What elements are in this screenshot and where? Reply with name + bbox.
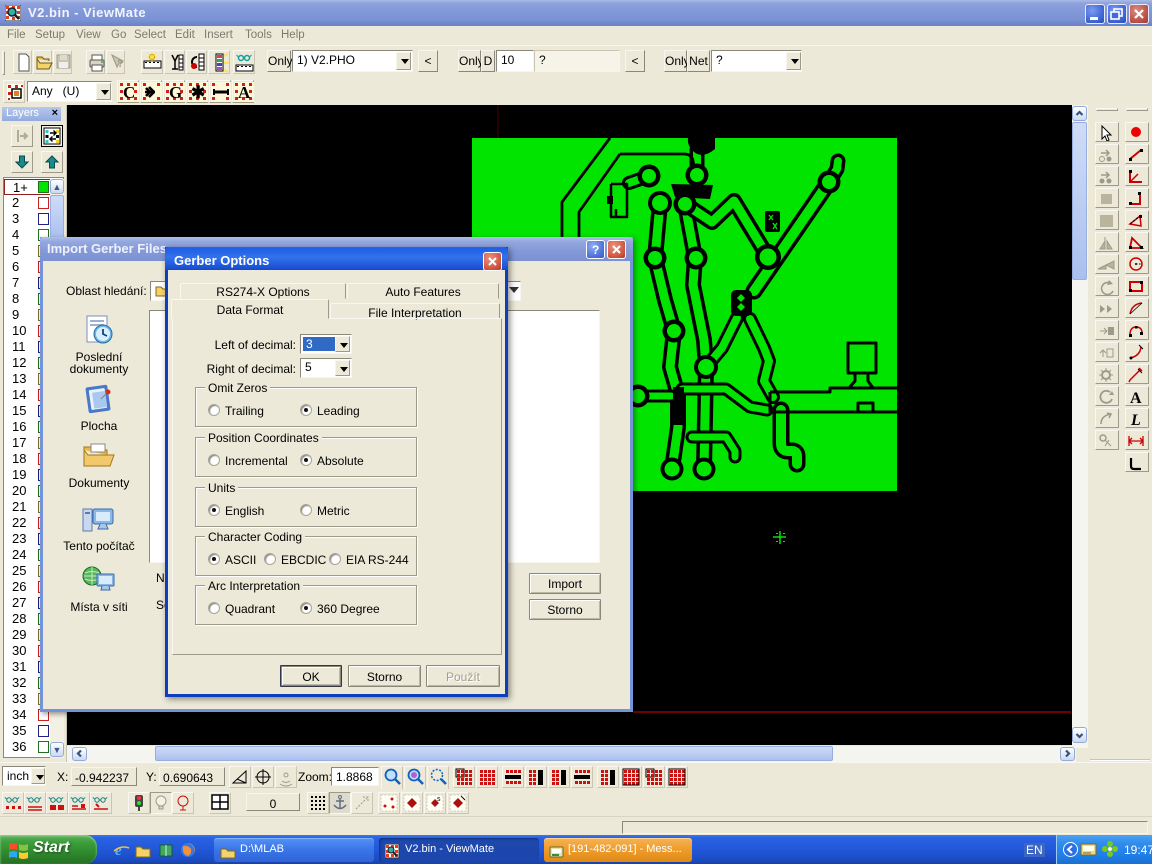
svg-text:e: e <box>115 843 122 859</box>
svg-text:A: A <box>238 83 251 102</box>
svg-text:L: L <box>1130 412 1141 427</box>
svg-text:?: ? <box>592 243 599 257</box>
svg-text:?: ? <box>117 58 124 70</box>
svg-text:G: G <box>169 83 182 102</box>
svg-text:s: s <box>437 796 441 803</box>
svg-text:✱: ✱ <box>191 83 205 102</box>
svg-text:C: C <box>123 83 135 102</box>
svg-text:A: A <box>1130 390 1142 405</box>
